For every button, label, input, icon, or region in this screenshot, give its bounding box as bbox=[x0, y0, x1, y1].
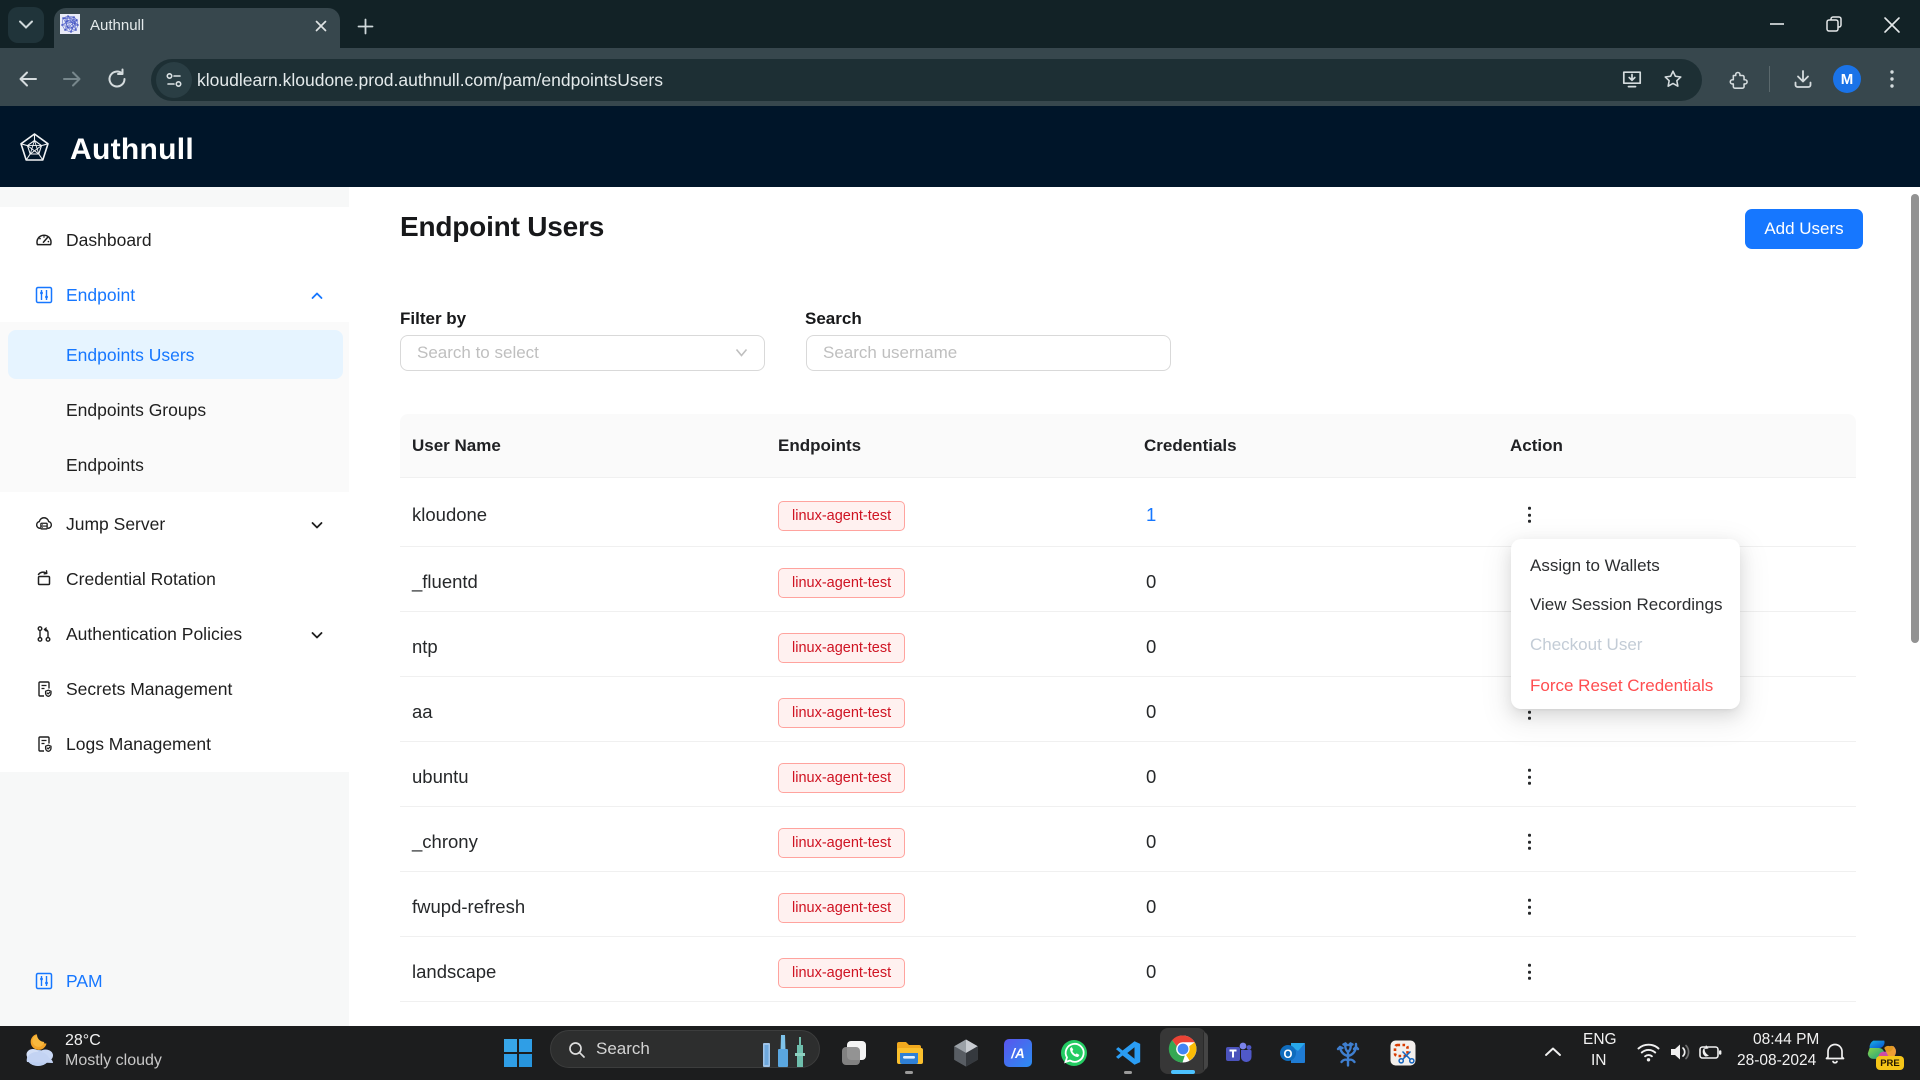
svg-text:O: O bbox=[1284, 1049, 1293, 1061]
svg-text:/A: /A bbox=[1010, 1046, 1025, 1061]
